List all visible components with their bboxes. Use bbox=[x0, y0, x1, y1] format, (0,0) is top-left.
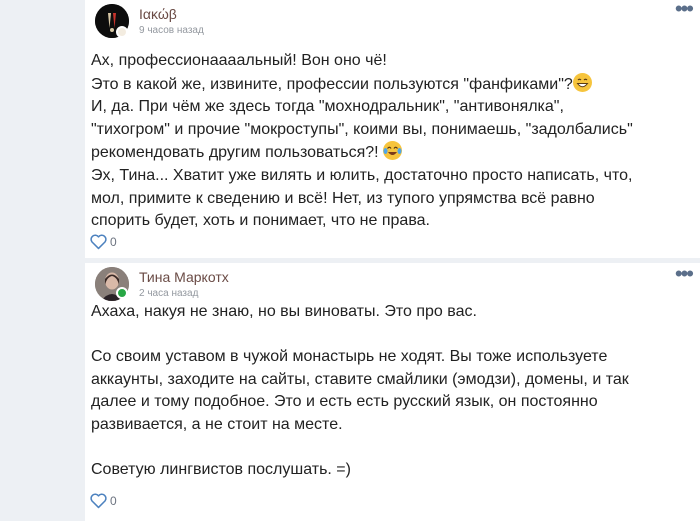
comment-line: Эх, Тина... Хватит уже вилять и юлить, д… bbox=[91, 166, 633, 184]
like-count: 0 bbox=[110, 493, 117, 508]
more-options-icon[interactable]: ••• bbox=[675, 263, 694, 285]
comment-line: спорить будет, хоть и понимает, что не п… bbox=[91, 212, 430, 230]
user-status-badge bbox=[116, 26, 128, 38]
comment-card: Ιακώβ 9 часов назад ••• Ах, профессионаа… bbox=[85, 0, 700, 258]
comment-line: мол, примите к сведению и всё! Нет, из т… bbox=[91, 189, 595, 207]
online-status-badge bbox=[116, 287, 128, 299]
tears-of-joy-face-icon bbox=[383, 141, 403, 161]
comment-timestamp[interactable]: 2 часа назад bbox=[139, 288, 198, 299]
heart-icon[interactable] bbox=[89, 492, 108, 509]
comment-line: Ах, профессионаааальный! Вон оно чё! bbox=[91, 52, 387, 69]
comment-author[interactable]: Тина Маркотх bbox=[139, 269, 229, 285]
comment-card: Тина Маркотх 2 часа назад ••• Ахаха, нак… bbox=[85, 263, 700, 521]
comment-text: Ахаха, накуя не знаю, но вы виноваты. Эт… bbox=[91, 303, 629, 479]
comment-line: "тихогром" и прочие "мокроступы", коими … bbox=[91, 120, 633, 138]
comment-text: Ах, профессионаааальный! Вон оно чё! Это… bbox=[91, 50, 690, 233]
comment-line: И, да. При чём же здесь тогда "мохнодрал… bbox=[91, 98, 564, 116]
like-control: 0 bbox=[89, 492, 117, 509]
comment-author[interactable]: Ιακώβ bbox=[139, 6, 177, 22]
comment-line: Это в какой же, извините, профессии поль… bbox=[91, 75, 573, 93]
more-options-icon[interactable]: ••• bbox=[675, 0, 694, 20]
comment-line: рекомендовать другим пользоваться?! bbox=[91, 144, 379, 162]
comment-timestamp[interactable]: 9 часов назад bbox=[139, 25, 204, 36]
like-count: 0 bbox=[110, 234, 117, 249]
like-control: 0 bbox=[89, 233, 117, 250]
heart-icon[interactable] bbox=[89, 233, 108, 250]
grinning-face-icon bbox=[572, 72, 592, 92]
